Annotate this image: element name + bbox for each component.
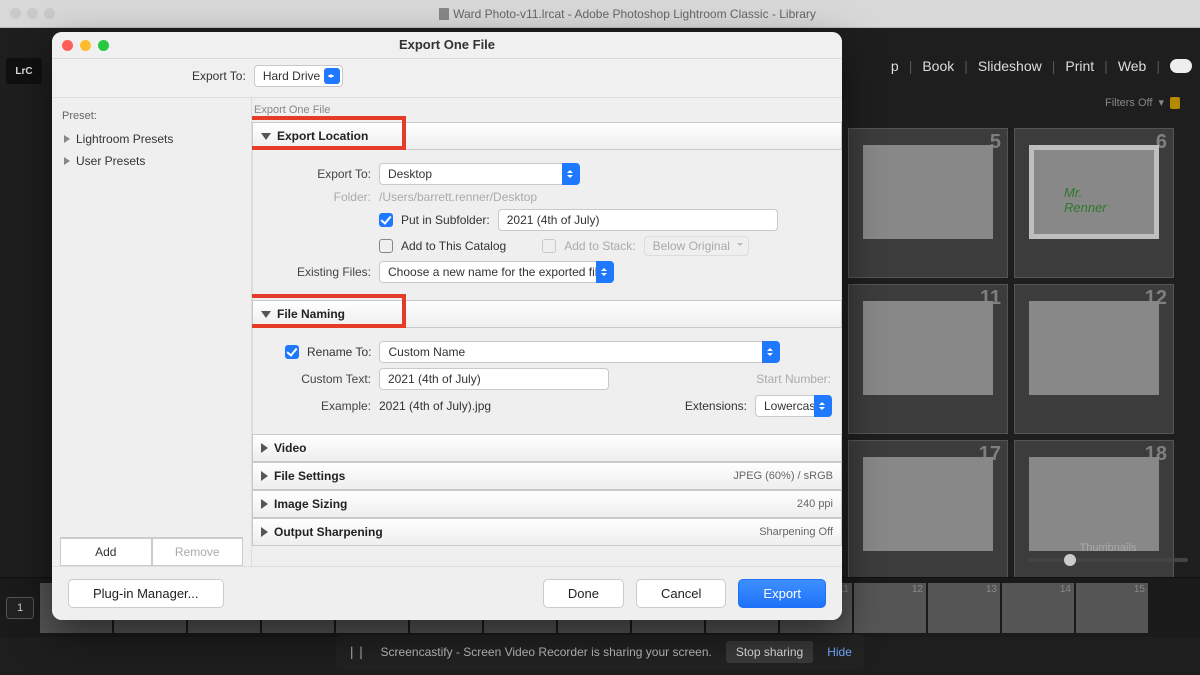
window-title: Ward Photo-v11.lrcat - Adobe Photoshop L… (55, 7, 1200, 21)
rename-scheme-select[interactable]: Custom Name (379, 341, 779, 363)
field-label: Custom Text: (263, 372, 371, 386)
rename-to-label: Rename To: (307, 345, 371, 359)
zoom-icon[interactable] (98, 40, 109, 51)
done-button[interactable]: Done (543, 579, 624, 608)
chevron-up-down-icon (562, 163, 580, 185)
preset-sidebar: Preset: Lightroom Presets User Presets A… (52, 98, 252, 566)
plugin-manager-button[interactable]: Plug-in Manager... (68, 579, 224, 608)
dialog-title: Export One File (52, 37, 842, 58)
os-traffic-lights[interactable] (0, 8, 55, 19)
export-dialog: Export One File Export To: Hard Drive Pr… (52, 32, 842, 620)
extensions-select[interactable]: Lowercase (755, 395, 831, 417)
folder-path: /Users/barrett.renner/Desktop (379, 190, 537, 204)
screen-share-banner: || Screencastify - Screen Video Recorder… (336, 635, 864, 669)
field-label: Existing Files: (263, 265, 371, 279)
os-titlebar: Ward Photo-v11.lrcat - Adobe Photoshop L… (0, 0, 1200, 28)
thumbnail-size-slider[interactable] (1028, 558, 1188, 562)
triangle-right-icon (261, 499, 268, 509)
module-slideshow[interactable]: Slideshow (978, 58, 1042, 74)
chevron-up-down-icon (596, 261, 614, 283)
share-message: Screencastify - Screen Video Recorder is… (381, 645, 712, 659)
preset-group-user[interactable]: User Presets (60, 150, 243, 172)
disclosure-icon (64, 157, 70, 165)
grid-cell[interactable]: 18 (1014, 440, 1174, 590)
export-settings-panel: Export One File Export Location Export T… (252, 98, 842, 566)
annotation-highlight (252, 118, 404, 148)
thumbnail-grid[interactable]: 5 6Mr. Renner 11 12 17 18 (848, 128, 1188, 590)
grid-cell[interactable]: 11 (848, 284, 1008, 434)
export-button[interactable]: Export (738, 579, 826, 608)
put-in-subfolder-label: Put in Subfolder: (401, 213, 490, 227)
os-min-icon[interactable] (27, 8, 38, 19)
field-label: Folder: (263, 190, 371, 204)
example-filename: 2021 (4th of July).jpg (379, 399, 491, 413)
add-to-stack-checkbox (542, 239, 556, 253)
add-to-stack-label: Add to Stack: (564, 239, 635, 253)
section-video[interactable]: Video (252, 434, 842, 462)
extensions-label: Extensions: (685, 399, 747, 413)
triangle-right-icon (261, 471, 268, 481)
rename-to-checkbox[interactable] (285, 345, 299, 359)
close-icon[interactable] (62, 40, 73, 51)
chevron-up-down-icon (814, 395, 832, 417)
annotation-highlight (252, 296, 404, 326)
thumbnail-size-control: Thumbnails (1028, 542, 1188, 562)
field-label: Example: (263, 399, 371, 413)
triangle-right-icon (261, 443, 268, 453)
lock-icon[interactable] (1170, 97, 1180, 109)
preset-group-lightroom[interactable]: Lightroom Presets (60, 128, 243, 150)
grid-cell[interactable]: 6Mr. Renner (1014, 128, 1174, 278)
triangle-right-icon (261, 527, 268, 537)
disclosure-icon (64, 135, 70, 143)
stack-position-select: Below Original (644, 236, 749, 256)
put-in-subfolder-checkbox[interactable] (379, 213, 393, 227)
module-print[interactable]: Print (1065, 58, 1094, 74)
grid-cell[interactable]: 12 (1014, 284, 1174, 434)
add-preset-button[interactable]: Add (60, 538, 152, 566)
hide-link[interactable]: Hide (827, 645, 852, 659)
add-to-catalog-checkbox[interactable] (379, 239, 393, 253)
remove-preset-button: Remove (152, 538, 244, 566)
document-icon (439, 8, 449, 20)
chevron-up-down-icon (324, 68, 340, 84)
stop-sharing-button[interactable]: Stop sharing (726, 641, 813, 663)
os-close-icon[interactable] (10, 8, 21, 19)
field-label: Export To: (263, 167, 371, 181)
add-to-catalog-label: Add to This Catalog (401, 239, 506, 253)
start-number-label: Start Number: (756, 372, 831, 386)
module-picker[interactable]: p| Book| Slideshow| Print| Web| (891, 58, 1192, 74)
section-output-sharpening[interactable]: Output SharpeningSharpening Off (252, 518, 842, 546)
nameplate-text: Mr. Renner (1064, 185, 1124, 215)
app-badge: LrC (6, 58, 42, 84)
chevron-down-icon: ▾ (1158, 96, 1164, 109)
minimize-icon[interactable] (80, 40, 91, 51)
filmstrip-count: 1 (6, 597, 34, 619)
section-image-sizing[interactable]: Image Sizing240 ppi (252, 490, 842, 518)
module-web[interactable]: Web (1118, 58, 1147, 74)
cancel-button[interactable]: Cancel (636, 579, 726, 608)
filmstrip-thumb[interactable]: 13 (928, 583, 1000, 633)
existing-files-select[interactable]: Choose a new name for the exported file (379, 261, 613, 283)
filmstrip-thumb[interactable]: 15 (1076, 583, 1148, 633)
export-to-label: Export To: (192, 69, 246, 83)
pause-icon[interactable]: || (348, 645, 366, 659)
module-develop-partial[interactable]: p (891, 58, 899, 74)
preset-heading: Preset: (62, 110, 241, 122)
filmstrip-thumb[interactable]: 14 (1002, 583, 1074, 633)
grid-cell[interactable]: 5 (848, 128, 1008, 278)
custom-text-input[interactable]: 2021 (4th of July) (379, 368, 609, 390)
filmstrip-thumb[interactable]: 12 (854, 583, 926, 633)
os-max-icon[interactable] (44, 8, 55, 19)
cloud-sync-icon[interactable] (1170, 59, 1192, 73)
subfolder-input[interactable]: 2021 (4th of July) (498, 209, 778, 231)
module-book[interactable]: Book (922, 58, 954, 74)
grid-cell[interactable]: 17 (848, 440, 1008, 590)
export-to-select[interactable]: Hard Drive (254, 65, 343, 87)
section-file-settings[interactable]: File SettingsJPEG (60%) / sRGB (252, 462, 842, 490)
chevron-up-down-icon (762, 341, 780, 363)
library-filter-status[interactable]: Filters Off ▾ (1105, 96, 1180, 109)
export-location-select[interactable]: Desktop (379, 163, 579, 185)
